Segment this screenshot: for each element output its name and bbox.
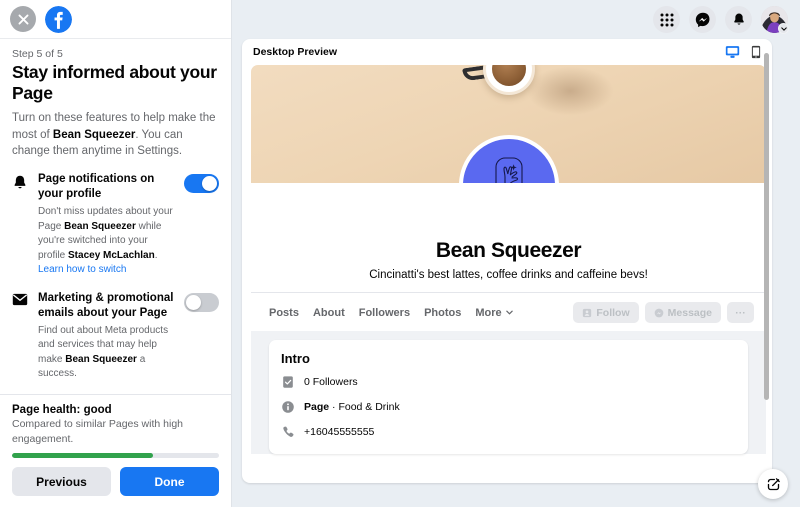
device-toggle-group bbox=[725, 45, 761, 59]
intro-row-text: 0 Followers bbox=[304, 376, 358, 388]
panel-footer: Page health: good Compared to similar Pa… bbox=[0, 394, 231, 507]
top-navigation-bar bbox=[232, 0, 800, 39]
page-profile-picture[interactable]: BEAN SQUEEZER COFFEE bbox=[458, 135, 559, 183]
bean-squeezer-logo-mark bbox=[494, 157, 523, 183]
tab-posts[interactable]: Posts bbox=[269, 307, 299, 319]
preview-title: Desktop Preview bbox=[253, 46, 338, 58]
setting-desc-b2: Stacey McLachlan bbox=[68, 249, 155, 261]
page-action-buttons: Follow Message ··· bbox=[573, 302, 754, 323]
preview-area: Desktop Preview Bean Squeezer Cincinatti… bbox=[232, 0, 800, 507]
tab-about[interactable]: About bbox=[313, 307, 345, 319]
message-button[interactable]: Message bbox=[644, 302, 721, 323]
page-title: Stay informed about your Page bbox=[12, 62, 217, 103]
bell-icon bbox=[12, 172, 29, 191]
intro-row-phone: +16045555555 bbox=[281, 425, 736, 439]
facebook-logo bbox=[45, 5, 72, 33]
intro-title: Intro bbox=[281, 351, 310, 366]
step-label: Step 5 of 5 bbox=[12, 48, 63, 60]
intro-row-category: Page · Food & Drink bbox=[281, 400, 736, 414]
intro-row-bold: Page bbox=[304, 401, 330, 413]
info-circle-icon bbox=[282, 401, 294, 413]
intro-card: Intro 0 Followers Page · Food & Drink +1… bbox=[269, 340, 748, 454]
follow-button-label: Follow bbox=[596, 306, 630, 319]
setting-title: Marketing & promotional emails about you… bbox=[38, 291, 174, 319]
intro-row-followers: 0 Followers bbox=[281, 375, 736, 389]
tab-more[interactable]: More bbox=[475, 306, 513, 319]
chevron-down-icon bbox=[505, 310, 513, 315]
learn-how-to-switch-link[interactable]: Learn how to switch bbox=[38, 264, 126, 275]
desktop-preview-card: Desktop Preview Bean Squeezer Cincinatti… bbox=[242, 39, 772, 483]
panel-header bbox=[0, 0, 231, 39]
onboarding-panel: Step 5 of 5 Stay informed about your Pag… bbox=[0, 0, 232, 507]
tab-followers[interactable]: Followers bbox=[359, 307, 410, 319]
compose-edit-icon[interactable] bbox=[758, 469, 788, 499]
followers-flag-icon bbox=[283, 376, 293, 388]
messenger-icon bbox=[654, 308, 663, 317]
previous-button[interactable]: Previous bbox=[12, 467, 111, 496]
setting-description: Find out about Meta products and service… bbox=[38, 324, 175, 382]
page-health-progress bbox=[12, 453, 219, 458]
preview-scroll-region: BEAN SQUEEZER COFFEE Bean Squeezer Cinci… bbox=[242, 65, 772, 483]
page-notifications-toggle[interactable] bbox=[184, 174, 219, 194]
page-health-subtitle: Compared to similar Pages with high enga… bbox=[12, 418, 183, 445]
message-button-label: Message bbox=[667, 306, 712, 319]
intro-row-text: Page · Food & Drink bbox=[304, 401, 400, 413]
notifications-bell-icon[interactable] bbox=[725, 6, 752, 33]
page-name: Bean Squeezer bbox=[435, 239, 582, 262]
chevron-down-icon bbox=[778, 23, 789, 34]
setting-description: Don't miss updates about your Page Bean … bbox=[38, 205, 175, 278]
setting-desc-b1: Bean Squeezer bbox=[64, 220, 136, 232]
account-avatar[interactable] bbox=[761, 6, 789, 34]
toggle-knob bbox=[186, 294, 201, 310]
desc-bold-1: Bean Squeezer bbox=[52, 128, 136, 141]
preview-card-header: Desktop Preview bbox=[242, 39, 772, 65]
intro-row-rest: · Food & Drink bbox=[329, 401, 400, 413]
page-root: Step 5 of 5 Stay informed about your Pag… bbox=[0, 0, 800, 507]
coffee-cup-icon bbox=[482, 65, 535, 95]
progress-fill bbox=[12, 453, 153, 458]
desktop-monitor-icon[interactable] bbox=[725, 45, 740, 59]
follow-person-icon bbox=[583, 308, 592, 317]
toggle-knob bbox=[202, 176, 217, 192]
follow-button[interactable]: Follow bbox=[573, 302, 639, 323]
page-feed: Intro 0 Followers Page · Food & Drink +1… bbox=[251, 331, 766, 454]
panel-body: Step 5 of 5 Stay informed about your Pag… bbox=[0, 39, 231, 394]
done-button[interactable]: Done bbox=[120, 467, 219, 496]
setting-row-marketing-emails: Marketing & promotional emails about you… bbox=[12, 291, 219, 382]
preview-scrollbar[interactable] bbox=[764, 44, 769, 478]
setting-desc-b1: Bean Squeezer bbox=[65, 353, 137, 365]
envelope-icon bbox=[12, 291, 29, 306]
mobile-phone-icon[interactable] bbox=[751, 45, 761, 59]
setting-row-notifications: Page notifications on your profile Don't… bbox=[12, 172, 219, 277]
setting-desc-p3: . bbox=[154, 249, 158, 261]
cover-photo[interactable]: BEAN SQUEEZER COFFEE bbox=[251, 65, 766, 183]
marketing-emails-toggle[interactable] bbox=[184, 292, 219, 312]
page-tab-bar: Posts About Followers Photos More Follow… bbox=[251, 292, 766, 331]
setting-title: Page notifications on your profile bbox=[38, 173, 155, 201]
setting-text-group: Marketing & promotional emails about you… bbox=[38, 291, 175, 382]
close-icon[interactable] bbox=[10, 6, 36, 32]
scrollbar-thumb[interactable] bbox=[764, 52, 769, 400]
panel-description: Turn on these features to help make the … bbox=[12, 110, 219, 159]
intro-row-text: +16045555555 bbox=[304, 426, 375, 438]
grid-menu-icon[interactable] bbox=[653, 6, 680, 33]
page-health-title: Page health: good bbox=[12, 404, 112, 417]
more-options-icon[interactable]: ··· bbox=[727, 302, 754, 323]
tab-photos[interactable]: Photos bbox=[424, 307, 461, 319]
facebook-page-mock: BEAN SQUEEZER COFFEE Bean Squeezer Cinci… bbox=[251, 65, 766, 454]
setting-text-group: Page notifications on your profile Don't… bbox=[38, 172, 175, 277]
phone-icon bbox=[283, 426, 294, 437]
footer-buttons: Previous Done bbox=[12, 467, 219, 496]
page-tagline: Cincinatti's best lattes, coffee drinks … bbox=[369, 269, 648, 281]
messenger-icon[interactable] bbox=[689, 6, 716, 33]
tab-more-label: More bbox=[475, 306, 502, 319]
